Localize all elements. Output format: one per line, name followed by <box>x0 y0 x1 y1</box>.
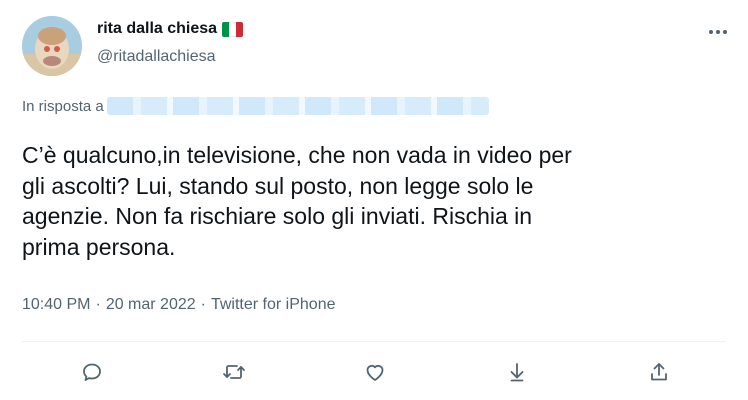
avatar-photo <box>22 16 82 76</box>
tweet-date-link[interactable]: 20 mar 2022 <box>106 296 196 314</box>
author-name-row[interactable]: rita dalla chiesa <box>97 20 244 38</box>
tweet-card: rita dalla chiesa @ritadallachiesa In ri… <box>0 0 748 400</box>
tweet-time-link[interactable]: 10:40 PM <box>22 296 90 314</box>
meta-separator: · <box>200 296 206 313</box>
like-icon[interactable] <box>359 356 391 388</box>
author-handle[interactable]: @ritadallachiesa <box>97 48 216 66</box>
author-display-name[interactable]: rita dalla chiesa <box>97 20 217 38</box>
reply-icon[interactable] <box>76 356 108 388</box>
share-icon[interactable] <box>643 356 675 388</box>
action-bar <box>0 356 748 388</box>
tweet-source-link[interactable]: Twitter for iPhone <box>211 296 336 314</box>
more-options-icon[interactable] <box>706 22 730 42</box>
tweet-metadata: 10:40 PM · 20 mar 2022 · Twitter for iPh… <box>22 296 335 314</box>
divider <box>22 341 726 342</box>
reply-label: In risposta a <box>22 97 104 115</box>
tweet-text: C’è qualcuno,in televisione, che non vad… <box>22 142 572 260</box>
avatar[interactable] <box>22 16 82 76</box>
meta-separator: · <box>95 296 101 313</box>
retweet-icon[interactable] <box>218 356 250 388</box>
italy-flag-icon <box>222 21 244 37</box>
bookmark-icon[interactable] <box>501 356 533 388</box>
reply-context: In risposta a <box>22 97 489 115</box>
redacted-mention <box>106 97 489 115</box>
